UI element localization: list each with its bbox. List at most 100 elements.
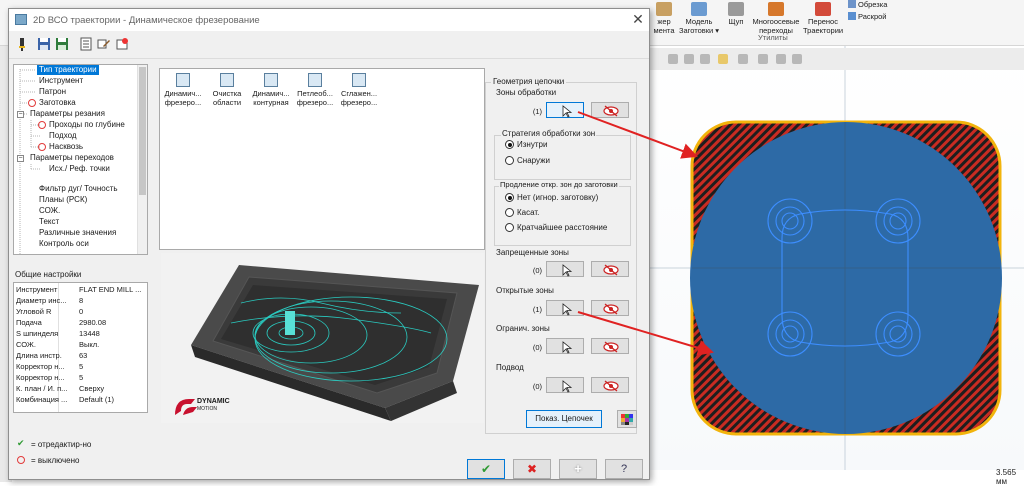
ribbon-button-stock-model[interactable]: Модель Заготовки ▾ bbox=[676, 2, 722, 35]
select-forbidden-zones-button[interactable] bbox=[546, 261, 584, 277]
op-area-clearance[interactable]: Очистка области bbox=[206, 73, 248, 107]
extension-tangent-label[interactable]: Касат. bbox=[517, 208, 539, 217]
setting-name: S шпинделя bbox=[16, 329, 59, 338]
logo-line1: DYNAMIC bbox=[197, 398, 230, 405]
op-blend-mill[interactable]: Сглажен... фрезеро... bbox=[338, 73, 380, 107]
tree-item-canned-text[interactable]: Текст bbox=[39, 217, 59, 227]
view-tool-icon[interactable] bbox=[776, 54, 786, 64]
strategy-group bbox=[494, 135, 631, 180]
view-tool-icon[interactable] bbox=[684, 54, 694, 64]
ribbon-button-multiaxis-links[interactable]: Многоосевые переходы bbox=[750, 2, 802, 35]
tree-item-break-through[interactable]: Насквозь bbox=[49, 142, 83, 152]
setting-name: Комбинация ... bbox=[16, 395, 68, 404]
area-clearance-icon bbox=[220, 73, 234, 87]
clear-limit-zones-button[interactable] bbox=[591, 338, 629, 354]
op-dynamic-contour[interactable]: Динамич... контурная bbox=[250, 73, 292, 107]
extension-none-label[interactable]: Нет (игнор. заготовку) bbox=[517, 193, 598, 202]
select-limit-zones-button[interactable] bbox=[546, 338, 584, 354]
ok-button[interactable]: ✔ bbox=[467, 459, 505, 479]
ribbon-button-probe[interactable]: Щуп bbox=[726, 2, 746, 26]
extension-tangent-radio[interactable] bbox=[505, 208, 514, 217]
ribbon-item-trim[interactable]: Обрезка bbox=[848, 0, 887, 9]
view-tool-icon[interactable] bbox=[668, 54, 678, 64]
tree-item-axis-control[interactable]: Контроль оси bbox=[39, 239, 89, 249]
setting-name: Корректор н... bbox=[16, 362, 65, 371]
chain-geometry-title: Геометрия цепочки bbox=[491, 77, 567, 86]
save-icon[interactable] bbox=[37, 37, 51, 51]
setting-name: К. план / И. п... bbox=[16, 384, 68, 393]
disabled-eye-icon bbox=[603, 380, 619, 392]
view-tool-icon[interactable] bbox=[792, 54, 802, 64]
ribbon-button-transform-toolpath[interactable]: Перенос Траектории bbox=[803, 2, 843, 35]
new-folder-icon[interactable] bbox=[115, 37, 129, 51]
list-icon[interactable] bbox=[79, 37, 93, 51]
clear-open-zones-button[interactable] bbox=[591, 300, 629, 316]
tree-item-linking-parameters[interactable]: Параметры переходов bbox=[30, 153, 114, 163]
tree-item-entry[interactable]: Подход bbox=[49, 131, 77, 141]
tree-item-stock[interactable]: Заготовка bbox=[39, 98, 76, 108]
parameter-tree[interactable]: Тип траектории Инструмент Патрон Заготов… bbox=[13, 64, 148, 255]
view-tool-icon[interactable] bbox=[738, 54, 748, 64]
tree-item-planes[interactable]: Планы (РСК) bbox=[39, 195, 87, 205]
edit-icon[interactable] bbox=[97, 37, 111, 51]
view-tool-icon[interactable] bbox=[718, 54, 728, 64]
collapse-icon[interactable]: − bbox=[17, 155, 24, 162]
setting-name: СОЖ. bbox=[16, 340, 36, 349]
tree-item-home-ref-points[interactable]: Исх./ Реф. точки bbox=[49, 164, 110, 174]
clear-approach-button[interactable] bbox=[591, 377, 629, 393]
show-chains-button[interactable]: Показ. Цепочек bbox=[526, 410, 602, 428]
open-zones-count: (1) bbox=[532, 305, 542, 314]
tree-scrollbar[interactable] bbox=[137, 65, 147, 254]
select-approach-button[interactable] bbox=[546, 377, 584, 393]
setting-value: 0 bbox=[79, 307, 84, 316]
scale-readout: 3.565 мм bbox=[996, 468, 1017, 486]
strategy-inside-radio[interactable] bbox=[505, 140, 514, 149]
ribbon-item-nesting[interactable]: Раскрой bbox=[848, 12, 887, 21]
op-label: Динамич... фрезеро... bbox=[164, 89, 202, 107]
dialog-titlebar[interactable]: 2D ВСО траектории - Динамическое фрезеро… bbox=[9, 9, 649, 31]
setting-value: 2980.08 bbox=[79, 318, 107, 327]
add-button[interactable]: + bbox=[559, 459, 597, 479]
clear-forbidden-zones-button[interactable] bbox=[591, 261, 629, 277]
setting-value: FLAT END MILL ... bbox=[79, 285, 142, 294]
strategy-outside-label[interactable]: Снаружи bbox=[517, 156, 550, 165]
chain-color-button[interactable] bbox=[617, 410, 637, 428]
tree-item-tool[interactable]: Инструмент bbox=[39, 76, 83, 86]
strategy-outside-radio[interactable] bbox=[505, 156, 514, 165]
disabled-icon bbox=[38, 143, 46, 151]
view-tool-icon[interactable] bbox=[700, 54, 710, 64]
tree-item-arc-filter[interactable]: Фильтр дуг/ Точность bbox=[39, 184, 118, 194]
setting-value: 13448 bbox=[79, 329, 100, 338]
help-button[interactable]: ? bbox=[605, 459, 643, 479]
extension-none-radio[interactable] bbox=[505, 193, 514, 202]
graphics-viewport[interactable]: 3.565 мм bbox=[650, 46, 1024, 486]
strategy-inside-label[interactable]: Изнутри bbox=[517, 140, 547, 149]
view-tool-icon[interactable] bbox=[758, 54, 768, 64]
tool-pin-icon[interactable] bbox=[15, 37, 29, 51]
op-peel-mill[interactable]: Петлеоб... фрезеро... bbox=[294, 73, 336, 107]
disabled-eye-icon bbox=[603, 341, 619, 353]
op-label: Очистка области bbox=[212, 89, 242, 107]
toolpath-type-list[interactable]: Динамич... фрезеро... Очистка области Ди… bbox=[159, 68, 485, 250]
select-open-zones-button[interactable] bbox=[546, 300, 584, 316]
dialog-title: 2D ВСО траектории - Динамическое фрезеро… bbox=[33, 15, 260, 26]
extension-label: Продление откр. зон до заготовки bbox=[499, 180, 619, 189]
tree-item-toolpath-type[interactable]: Тип траектории bbox=[37, 65, 99, 75]
extension-shortest-radio[interactable] bbox=[505, 223, 514, 232]
select-machining-zones-button[interactable] bbox=[546, 102, 584, 118]
tree-item-cut-parameters[interactable]: Параметры резания bbox=[30, 109, 105, 119]
tree-item-coolant[interactable]: СОЖ. bbox=[39, 206, 60, 216]
cancel-button[interactable]: ✖ bbox=[513, 459, 551, 479]
op-dynamic-mill[interactable]: Динамич... фрезеро... bbox=[162, 73, 204, 107]
collapse-icon[interactable]: − bbox=[17, 111, 24, 118]
close-button[interactable]: ✕ bbox=[629, 11, 647, 28]
tree-item-holder[interactable]: Патрон bbox=[39, 87, 66, 97]
save-to-library-icon[interactable] bbox=[55, 37, 69, 51]
tree-scrollbar-thumb[interactable] bbox=[139, 67, 146, 195]
tree-item-misc-values[interactable]: Различные значения bbox=[39, 228, 116, 238]
dynamic-contour-icon bbox=[264, 73, 278, 87]
extension-shortest-label[interactable]: Кратчайшее расстояние bbox=[517, 223, 607, 232]
tree-item-depth-cuts[interactable]: Проходы по глубине bbox=[49, 120, 125, 130]
clear-machining-zones-button[interactable] bbox=[591, 102, 629, 118]
ribbon-side-label: Обрезка bbox=[858, 0, 888, 9]
